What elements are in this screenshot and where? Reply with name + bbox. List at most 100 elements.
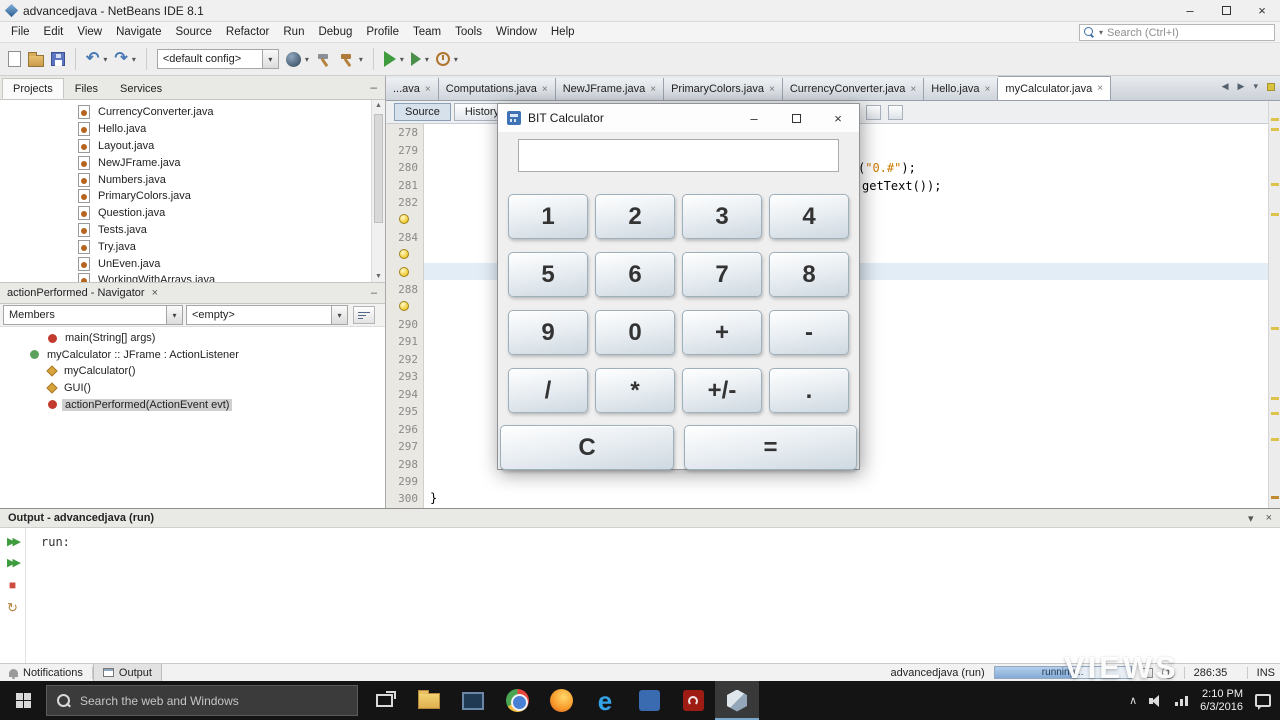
volume-icon[interactable] — [1149, 694, 1163, 707]
sort-alpha-button[interactable] — [353, 306, 375, 324]
navigator-item[interactable]: myCalculator :: JFrame : ActionListener — [0, 347, 385, 364]
tab-close-icon[interactable]: × — [985, 84, 991, 95]
tree-scrollbar[interactable]: ▲ ▼ — [371, 100, 385, 282]
profile-project-icon[interactable] — [435, 52, 450, 66]
build-project-icon[interactable] — [316, 51, 332, 67]
warning-bulb-icon[interactable] — [399, 266, 409, 277]
taskbar-app-adobe[interactable] — [671, 681, 715, 720]
calculator-minimize-button[interactable]: – — [733, 104, 775, 132]
tab-list-dropdown-icon[interactable]: ▾ — [1253, 81, 1258, 92]
redo-dropdown-icon[interactable]: ▾ — [132, 55, 136, 64]
output-console-text[interactable]: run: — [26, 528, 70, 663]
warning-mark[interactable] — [1271, 496, 1279, 499]
editor-tab[interactable]: ...ava × — [386, 78, 439, 100]
scroll-up-icon[interactable]: ▲ — [375, 102, 382, 109]
scroll-tabs-left-icon[interactable]: ◀ — [1222, 81, 1229, 92]
key-divide[interactable]: / — [508, 368, 588, 413]
network-icon[interactable] — [1175, 695, 1189, 706]
undo-icon[interactable]: ↶ — [86, 51, 99, 67]
menu-source[interactable]: Source — [168, 23, 218, 41]
editor-tab[interactable]: Computations.java × — [438, 78, 556, 100]
key-2[interactable]: 2 — [595, 194, 675, 239]
rerun-debug-icon[interactable]: ▶▶ — [7, 558, 21, 569]
key-1[interactable]: 1 — [508, 194, 588, 239]
tree-item[interactable]: Try.java — [0, 238, 385, 255]
navigator-item[interactable]: GUI() — [0, 380, 385, 397]
new-file-icon[interactable] — [8, 51, 21, 67]
navigator-close-icon[interactable]: × — [152, 287, 158, 299]
error-stripe[interactable] — [1268, 101, 1280, 508]
tree-item[interactable]: Layout.java — [0, 138, 385, 155]
stop-icon[interactable]: ■ — [9, 579, 16, 591]
menu-refactor[interactable]: Refactor — [219, 23, 276, 41]
tab-close-icon[interactable]: × — [542, 84, 548, 95]
editor-toolbar-icon[interactable] — [888, 105, 903, 120]
key-decimal[interactable]: . — [769, 368, 849, 413]
search-dropdown-icon[interactable]: ▾ — [1099, 28, 1103, 37]
warning-mark[interactable] — [1271, 128, 1279, 131]
menu-view[interactable]: View — [70, 23, 109, 41]
calculator-display[interactable] — [518, 139, 839, 172]
clean-build-icon[interactable] — [339, 51, 355, 67]
navigator-item[interactable]: main(String[] args) — [0, 330, 385, 347]
warning-mark[interactable] — [1271, 412, 1279, 415]
run-project-icon[interactable] — [383, 51, 396, 67]
open-project-icon[interactable] — [28, 51, 44, 67]
tab-close-icon[interactable]: × — [910, 84, 916, 95]
save-all-icon[interactable] — [51, 52, 65, 66]
warning-mark[interactable] — [1271, 397, 1279, 400]
output-close-icon[interactable]: × — [1266, 512, 1272, 525]
key-plusminus[interactable]: +/- — [682, 368, 762, 413]
editor-tab[interactable]: CurrencyConverter.java × — [782, 78, 925, 100]
debug-project-icon[interactable] — [410, 52, 421, 66]
menu-file[interactable]: File — [4, 23, 37, 41]
tab-close-icon[interactable]: × — [650, 84, 656, 95]
tab-close-icon[interactable]: × — [769, 84, 775, 95]
task-view-icon[interactable] — [376, 691, 396, 707]
taskbar-app-firefox[interactable] — [539, 681, 583, 720]
taskbar-app-netbeans[interactable] — [715, 681, 759, 720]
editor-tab[interactable]: Hello.java × — [924, 78, 999, 100]
key-3[interactable]: 3 — [682, 194, 762, 239]
menu-tools[interactable]: Tools — [448, 23, 489, 41]
tree-item[interactable]: Hello.java — [0, 121, 385, 138]
scroll-down-icon[interactable]: ▼ — [375, 273, 382, 280]
menu-help[interactable]: Help — [544, 23, 582, 41]
clock[interactable]: 2:10 PM 6/3/2016 — [1200, 688, 1243, 714]
menu-profile[interactable]: Profile — [359, 23, 406, 41]
warning-bulb-icon[interactable] — [399, 249, 409, 260]
menu-run[interactable]: Run — [276, 23, 311, 41]
start-button[interactable] — [0, 681, 46, 720]
config-combobox[interactable]: <default config> ▾ — [156, 49, 279, 69]
scroll-tabs-right-icon[interactable]: ▶ — [1238, 81, 1245, 92]
warning-bulb-icon[interactable] — [399, 214, 409, 225]
menu-edit[interactable]: Edit — [37, 23, 71, 41]
editor-toolbar-icon[interactable] — [866, 105, 881, 120]
tab-projects[interactable]: Projects — [2, 78, 64, 99]
warning-mark[interactable] — [1271, 327, 1279, 330]
clean-build-dropdown-icon[interactable]: ▾ — [359, 55, 363, 64]
tree-item[interactable]: Question.java — [0, 205, 385, 222]
tree-item[interactable]: UnEven.java — [0, 255, 385, 272]
filter-combobox[interactable]: <empty> ▾ — [186, 305, 348, 325]
key-4[interactable]: 4 — [769, 194, 849, 239]
taskbar-search[interactable] — [46, 685, 358, 716]
notifications-tab[interactable]: Notifications — [0, 664, 92, 681]
project-config-dropdown-icon[interactable]: ▾ — [305, 55, 309, 64]
action-center-icon[interactable] — [1255, 694, 1271, 710]
taskbar-search-input[interactable] — [80, 693, 347, 708]
close-button[interactable]: × — [1244, 0, 1280, 21]
taskbar-app-chrome[interactable] — [495, 681, 539, 720]
key-0[interactable]: 0 — [595, 310, 675, 355]
tab-close-icon[interactable]: × — [1097, 83, 1103, 94]
tree-item[interactable]: NewJFrame.java — [0, 154, 385, 171]
members-dropdown-icon[interactable]: ▾ — [166, 306, 182, 324]
navigator-item-selected[interactable]: actionPerformed(ActionEvent evt) — [0, 396, 385, 413]
key-plus[interactable]: + — [682, 310, 762, 355]
members-combobox[interactable]: Members ▾ — [3, 305, 183, 325]
key-multiply[interactable]: * — [595, 368, 675, 413]
scrollbar-thumb[interactable] — [374, 114, 383, 224]
warning-mark[interactable] — [1271, 438, 1279, 441]
tab-files[interactable]: Files — [64, 78, 109, 99]
editor-tab[interactable]: NewJFrame.java × — [555, 78, 665, 100]
